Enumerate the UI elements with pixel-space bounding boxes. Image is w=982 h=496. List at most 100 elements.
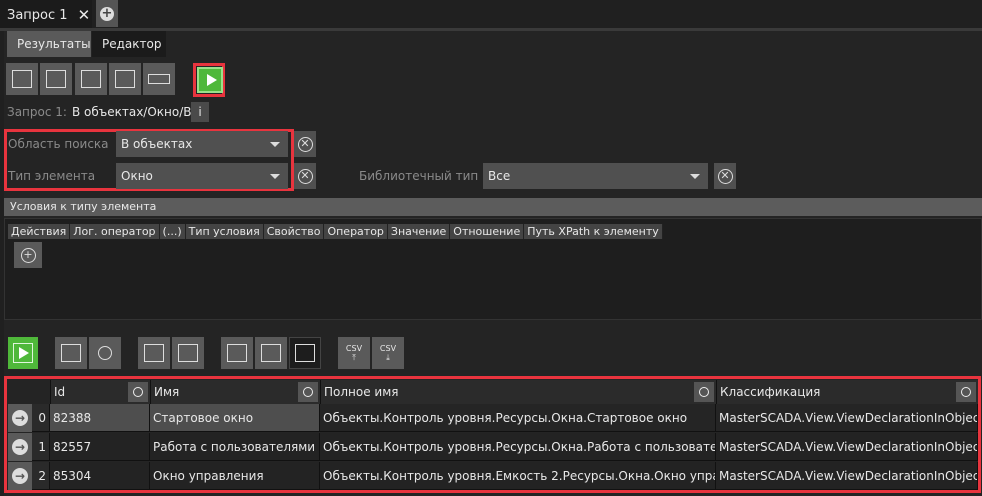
add-condition-button[interactable]: + <box>14 242 42 268</box>
close-icon[interactable]: ✕ <box>78 6 91 24</box>
element-type-select[interactable]: Окно <box>116 163 288 189</box>
save-icon <box>81 70 101 88</box>
table-row[interactable]: → 1 82557 Работа с пользователями Объект… <box>8 433 978 461</box>
search-area-label: Область поиска <box>8 137 109 151</box>
column-label: Id <box>54 385 66 399</box>
cell-classification: MasterSCADA.View.ViewDeclarationInObject <box>716 462 978 490</box>
cell-classification: MasterSCADA.View.ViewDeclarationInObject <box>716 433 978 461</box>
chevron-down-icon <box>690 173 700 179</box>
plus-icon: + <box>100 5 114 21</box>
lock-window-button[interactable] <box>289 337 321 369</box>
add-tab-button[interactable]: + <box>96 0 118 27</box>
cell-id: 82557 <box>50 433 150 461</box>
go-to-element-button[interactable] <box>55 337 87 369</box>
row-index: 2 <box>32 462 50 490</box>
column-header-full-name[interactable]: Полное имя <box>320 380 716 404</box>
column-header[interactable]: Путь XPath к элементу <box>524 224 663 239</box>
search-area-value: В объектах <box>121 137 193 151</box>
chevron-down-icon <box>270 141 280 147</box>
conditions-header: Условия к типу элемента <box>4 198 982 216</box>
column-header[interactable]: Действия <box>8 224 71 239</box>
cell-classification: MasterSCADA.View.ViewDeclarationInObject <box>716 404 978 432</box>
column-label: Классификация <box>720 385 821 399</box>
text-cursor-icon <box>148 74 170 84</box>
row-index: 1 <box>32 433 50 461</box>
column-header[interactable]: Тип условия <box>186 224 264 239</box>
clear-element-type-button[interactable]: ✕ <box>294 163 316 189</box>
search-area-select[interactable]: В объектах <box>116 131 288 157</box>
download-icon: ⤓ <box>386 352 390 362</box>
conditions-table-header: Действия Лог. оператор (...) Тип условия… <box>8 224 663 239</box>
clear-icon: ✕ <box>297 168 313 184</box>
window-x-icon <box>261 344 281 362</box>
tab-results[interactable]: Результаты <box>7 31 91 57</box>
run-query-button[interactable] <box>197 67 223 93</box>
query-summary-label: Запрос 1: <box>7 105 67 119</box>
cell-id: 82388 <box>50 404 150 432</box>
new-query-button[interactable] <box>6 63 38 95</box>
table-row[interactable]: → 2 85304 Окно управления Объекты.Контро… <box>8 462 978 490</box>
window-settings-button[interactable] <box>221 337 253 369</box>
column-header[interactable]: Лог. оператор <box>70 224 160 239</box>
upload-icon: ⤒ <box>352 352 356 362</box>
fit-icon <box>144 344 164 362</box>
query-tab[interactable]: Запрос 1 ✕ <box>0 0 92 30</box>
column-header[interactable]: Значение <box>388 224 451 239</box>
info-button[interactable]: i <box>191 102 209 122</box>
arrow-right-icon: → <box>12 410 28 426</box>
save-as-button[interactable] <box>109 63 141 95</box>
search-icon[interactable] <box>694 382 714 402</box>
csv-export-button[interactable]: CSV ⤒ <box>338 337 370 369</box>
save-button[interactable] <box>75 63 107 95</box>
search-icon[interactable] <box>298 382 318 402</box>
query-tab-label: Запрос 1 <box>7 7 68 23</box>
close-windows-button[interactable] <box>255 337 287 369</box>
search-enter-icon <box>98 346 112 360</box>
query-summary-value: В объектах/Окно/Все <box>71 105 206 119</box>
search-icon[interactable] <box>128 382 148 402</box>
column-header[interactable]: Свойство <box>264 224 325 239</box>
column-header[interactable]: (...) <box>160 224 186 239</box>
open-row-button[interactable]: → <box>8 404 32 432</box>
expand-icon <box>178 344 198 362</box>
tab-editor[interactable]: Редактор <box>92 31 166 57</box>
cell-full-name: Объекты.Контроль уровня.Емкость 2.Ресурс… <box>320 462 716 490</box>
open-row-button[interactable]: → <box>8 462 32 490</box>
column-header[interactable]: Оператор <box>324 224 388 239</box>
expand-button[interactable] <box>172 337 204 369</box>
fit-button[interactable] <box>138 337 170 369</box>
rename-button[interactable] <box>143 63 175 95</box>
cell-id: 85304 <box>50 462 150 490</box>
element-type-value: Окно <box>121 169 153 183</box>
open-row-button[interactable]: → <box>8 433 32 461</box>
window-lock-icon <box>295 344 315 362</box>
cell-full-name: Объекты.Контроль уровня.Ресурсы.Окна.Раб… <box>320 433 716 461</box>
clear-search-area-button[interactable]: ✕ <box>294 131 316 157</box>
chevron-down-icon <box>270 173 280 179</box>
column-header[interactable]: Отношение <box>450 224 525 239</box>
copy-query-button[interactable] <box>40 63 72 95</box>
library-type-label: Библиотечный тип <box>359 169 479 183</box>
plus-icon: + <box>20 247 36 263</box>
csv-export-label: CSV <box>345 343 363 353</box>
column-label: Полное имя <box>324 385 399 399</box>
column-header-classification[interactable]: Классификация <box>716 380 978 404</box>
arrow-right-icon: → <box>12 439 28 455</box>
clear-library-type-button[interactable]: ✕ <box>714 163 736 189</box>
save-as-icon <box>115 70 135 88</box>
column-header-id[interactable]: Id <box>50 380 150 404</box>
new-window-icon <box>12 70 32 88</box>
run-button[interactable] <box>8 337 38 369</box>
play-icon <box>206 74 217 86</box>
column-header-name[interactable]: Имя <box>150 380 320 404</box>
library-type-select[interactable]: Все <box>483 163 708 189</box>
enter-icon <box>61 344 81 362</box>
cell-name: Стартовое окно <box>150 404 320 432</box>
csv-import-button[interactable]: CSV ⤓ <box>372 337 404 369</box>
search-icon[interactable] <box>956 382 976 402</box>
cell-name: Работа с пользователями <box>150 433 320 461</box>
cell-name: Окно управления <box>150 462 320 490</box>
find-element-button[interactable] <box>89 337 121 369</box>
table-row[interactable]: → 0 82388 Стартовое окно Объекты.Контрол… <box>8 404 978 432</box>
cell-full-name: Объекты.Контроль уровня.Ресурсы.Окна.Ста… <box>320 404 716 432</box>
